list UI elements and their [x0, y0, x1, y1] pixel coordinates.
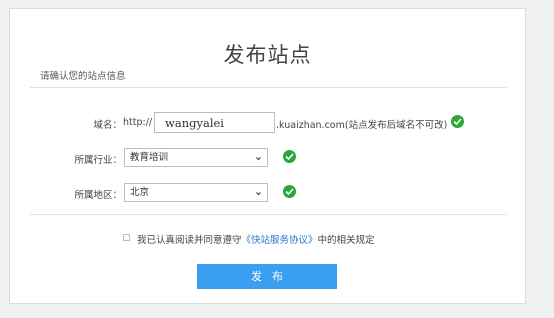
agreement-text-after: 中的相关规定 — [317, 235, 375, 246]
page-title: 发布站点 — [223, 43, 312, 67]
industry-selected: 教育培训 — [130, 152, 169, 163]
chevron-down-icon — [256, 192, 261, 196]
check-circle-icon — [283, 150, 296, 163]
region-label: 所属地区： — [74, 190, 122, 201]
domain-prefix: http:// — [123, 117, 153, 128]
region-select[interactable]: 北京 — [124, 183, 268, 202]
chevron-down-icon — [256, 157, 261, 161]
domain-suffix: .kuaizhan.com(站点发布后域名不可改) — [276, 120, 448, 131]
divider-top — [30, 87, 507, 88]
agreement-text: 我已认真阅读并同意遵守《快站服务协议》中的相关规定 — [137, 232, 375, 246]
agreement-checkbox[interactable] — [123, 234, 130, 241]
publish-site-card: 发布站点 请确认您的站点信息 域名： http:// .kuaizhan.com… — [9, 8, 526, 304]
publish-button[interactable]: 发布 — [197, 264, 337, 289]
divider-bottom — [30, 214, 507, 215]
agreement-text-before: 我已认真阅读并同意遵守 — [137, 235, 242, 246]
region-selected: 北京 — [130, 187, 150, 198]
domain-input[interactable] — [154, 112, 275, 133]
industry-select[interactable]: 教育培训 — [124, 148, 268, 167]
industry-label: 所属行业： — [74, 155, 122, 166]
check-circle-icon — [451, 115, 464, 128]
check-circle-icon — [283, 185, 296, 198]
page-subtitle: 请确认您的站点信息 — [40, 71, 126, 82]
service-agreement-link[interactable]: 《快站服务协议》 — [242, 235, 318, 246]
domain-label: 域名： — [93, 120, 122, 131]
